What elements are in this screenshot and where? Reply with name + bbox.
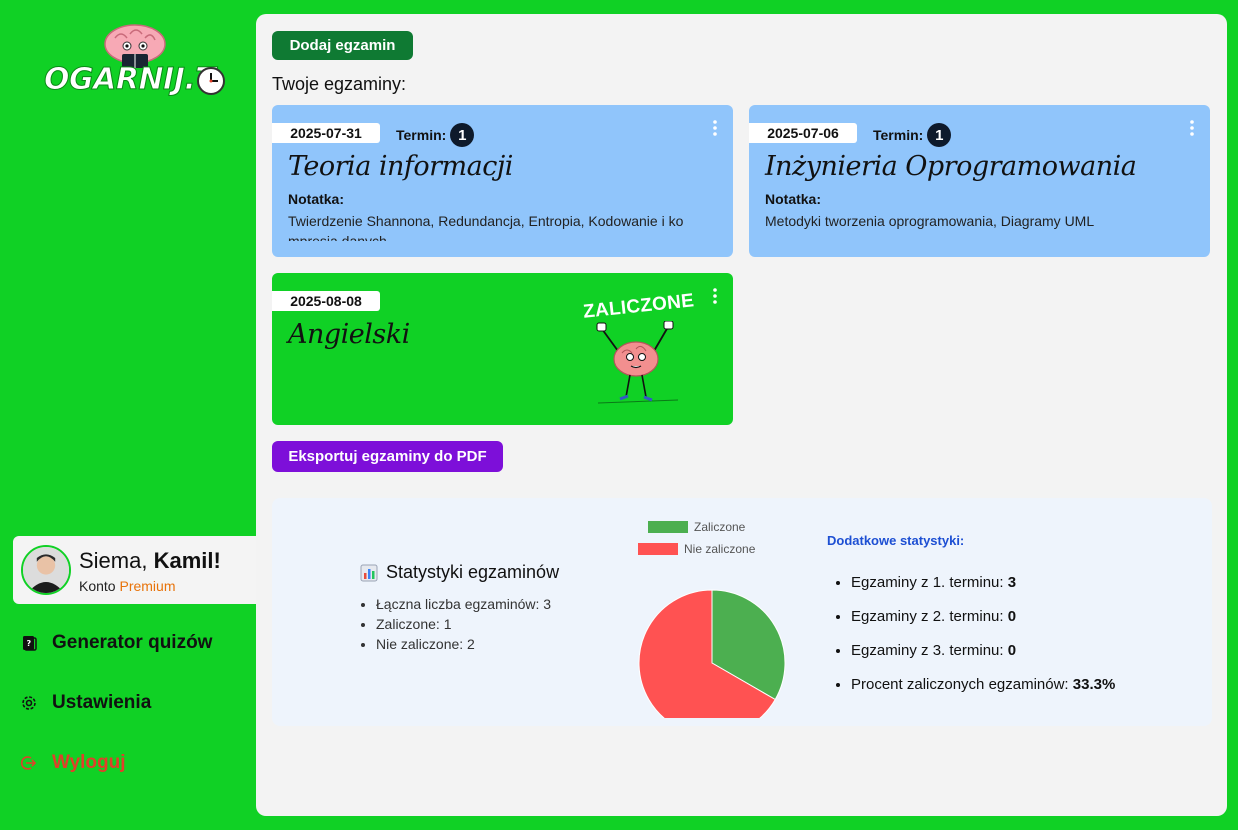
user-name: Kamil! (153, 548, 221, 573)
greeting: Siema, Kamil! (79, 548, 221, 574)
nav-settings-label: Ustawienia (52, 692, 152, 713)
exam-term: Termin: 1 (396, 123, 475, 147)
nav-logout-label: Wyloguj (52, 752, 126, 773)
exam-title: Teoria informacji (288, 151, 513, 182)
export-pdf-button[interactable]: Eksportuj egzaminy do PDF (272, 441, 503, 472)
quiz-icon: ? (23, 636, 37, 651)
extra-stats-list: Egzaminy z 1. terminu: 3 Egzaminy z 2. t… (851, 566, 1115, 702)
logo-text: OGARNIJ.T (43, 62, 216, 98)
extra-stat-label: Procent zaliczonych egzaminów: (851, 676, 1069, 693)
nav-quiz-label: Generator quizów (52, 632, 213, 653)
exam-date: 2025-08-08 (272, 291, 380, 311)
clock-icon (197, 67, 225, 95)
note-label: Notatka: (765, 191, 822, 207)
extra-stat-value: 0 (1007, 608, 1017, 625)
avatar (21, 545, 71, 595)
exam-card-passed[interactable]: 2025-08-08 Angielski ZALICZONE (272, 273, 733, 425)
stats-title: Statystyki egzaminów (360, 562, 559, 583)
extra-stat-item: Egzaminy z 1. terminu: 3 (851, 566, 1115, 600)
main-panel: Dodaj egzamin Twoje egzaminy: 2025-07-31… (256, 14, 1227, 816)
user-card[interactable]: Siema, Kamil! Konto Premium (13, 536, 263, 604)
more-options-icon[interactable] (711, 119, 719, 137)
extra-stats-title: Dodatkowe statystyki: (827, 533, 965, 548)
exam-title: Inżynieria Oprogramowania (765, 151, 1137, 182)
term-label: Termin: (396, 127, 447, 143)
extra-stat-label: Egzaminy z 1. terminu: (851, 574, 1004, 591)
nav-logout[interactable]: Wyloguj (20, 752, 126, 774)
term-badge: 1 (927, 123, 952, 147)
term-label: Termin: (873, 127, 924, 143)
extra-stat-item: Egzaminy z 2. terminu: 0 (851, 600, 1115, 634)
extra-stat-value: 3 (1007, 574, 1017, 591)
greeting-text: Siema, (79, 548, 148, 573)
extra-stat-label: Egzaminy z 2. terminu: (851, 608, 1004, 625)
account-type: Premium (119, 578, 176, 594)
extra-stat-label: Egzaminy z 3. terminu: (851, 642, 1004, 659)
exam-title: Angielski (288, 319, 410, 350)
term-badge: 1 (450, 123, 475, 147)
stats-panel: Statystyki egzaminów Łączna liczba egzam… (272, 498, 1212, 726)
nav-settings[interactable]: Ustawienia (20, 692, 151, 714)
stats-title-text: Statystyki egzaminów (386, 562, 560, 582)
exam-results-pie-chart (638, 589, 786, 718)
extra-stat-item: Procent zaliczonych egzaminów: 33.3% (851, 668, 1115, 702)
avatar-image (23, 547, 69, 593)
logout-icon (20, 756, 37, 770)
account-label: Konto (79, 578, 116, 594)
add-exam-button[interactable]: Dodaj egzamin (272, 31, 413, 60)
note-text: Metodyki tworzenia oprogramowania, Diagr… (765, 213, 1095, 229)
celebrating-brain-icon (596, 321, 679, 404)
stats-failed: Nie zaliczone: 2 (376, 634, 551, 654)
more-options-icon[interactable] (1188, 119, 1196, 137)
exam-date: 2025-07-06 (749, 123, 857, 143)
note-label: Notatka: (288, 191, 345, 207)
exam-card[interactable]: 2025-07-06 Termin: 1 Inżynieria Oprogram… (749, 105, 1210, 257)
more-options-icon[interactable] (711, 287, 719, 305)
nav-quiz-generator[interactable]: ? Generator quizów (20, 632, 212, 654)
bar-chart-icon (360, 564, 378, 581)
note-text: Twierdzenie Shannona, Redundancja, Entro… (288, 213, 684, 241)
gear-icon (22, 696, 36, 710)
svg-text:?: ? (27, 639, 32, 648)
stats-passed: Zaliczone: 1 (376, 614, 551, 634)
extra-stat-value: 0 (1007, 642, 1017, 659)
stats-list: Łączna liczba egzaminów: 3 Zaliczone: 1 … (376, 594, 551, 654)
exam-card[interactable]: 2025-07-31 Termin: 1 Teoria informacji N… (272, 105, 733, 257)
exam-date: 2025-07-31 (272, 123, 380, 143)
stats-total: Łączna liczba egzaminów: 3 (376, 594, 551, 614)
exams-heading: Twoje egzaminy: (272, 74, 407, 94)
account-line: Konto Premium (79, 578, 176, 594)
extra-stat-item: Egzaminy z 3. terminu: 0 (851, 634, 1115, 668)
app-logo[interactable]: OGARNIJ.T (40, 24, 230, 104)
extra-stat-value: 33.3% (1072, 676, 1116, 693)
passed-status-label: ZALICZONE (582, 290, 696, 323)
exam-term: Termin: 1 (873, 123, 952, 147)
